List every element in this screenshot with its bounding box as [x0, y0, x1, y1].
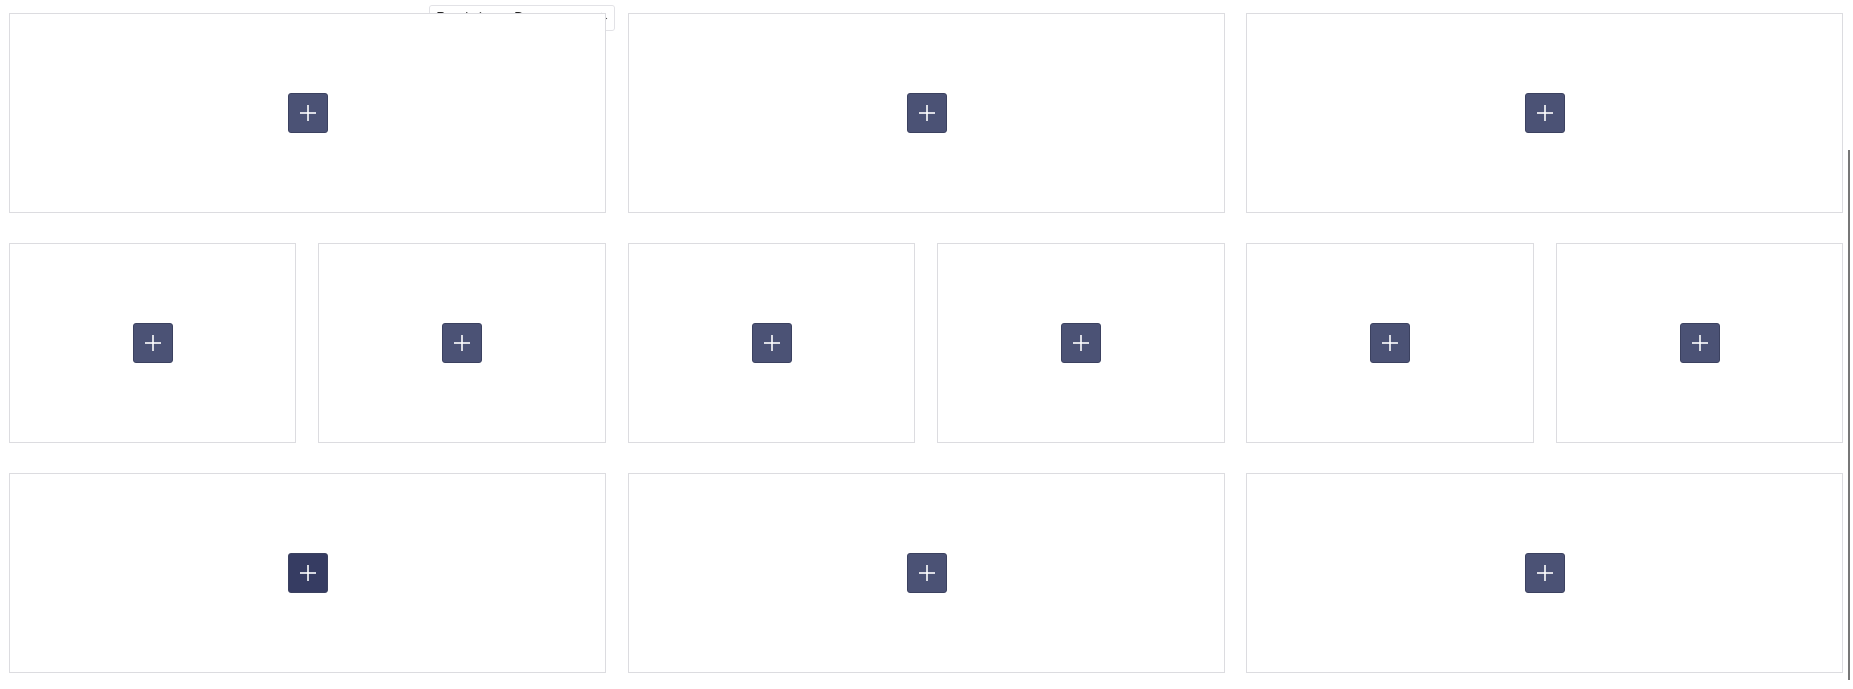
vertical-scrollbar[interactable]: [1848, 150, 1850, 680]
plus-icon: [299, 105, 316, 121]
bootstrap-row-1[interactable]: Bootstrap Row: [9, 5, 1843, 215]
add-element-button[interactable]: [132, 323, 173, 363]
plus-icon: [918, 105, 935, 121]
plus-icon: [918, 565, 935, 581]
add-element-button[interactable]: [287, 553, 328, 593]
column[interactable]: [628, 13, 1225, 213]
column[interactable]: [628, 243, 915, 443]
plus-icon: [144, 335, 161, 351]
add-element-button[interactable]: [751, 323, 792, 363]
column[interactable]: [1246, 473, 1843, 673]
add-element-button[interactable]: [1524, 93, 1565, 133]
column[interactable]: [1246, 243, 1534, 443]
plus-icon: [1536, 565, 1553, 581]
plus-icon: [1536, 105, 1553, 121]
plus-icon: [1073, 335, 1089, 351]
add-element-button[interactable]: [1524, 553, 1565, 593]
add-element-button[interactable]: [442, 323, 482, 363]
add-element-button[interactable]: [1679, 323, 1720, 363]
add-element-button[interactable]: [906, 93, 947, 133]
plus-icon: [454, 335, 470, 351]
add-element-button[interactable]: [1370, 323, 1410, 363]
add-element-button[interactable]: [1061, 323, 1101, 363]
page-builder-canvas: Bootstrap Row: [0, 0, 1853, 689]
add-element-button[interactable]: [906, 553, 947, 593]
column[interactable]: [9, 473, 606, 673]
plus-icon: [1382, 335, 1398, 351]
plus-icon: [299, 565, 316, 581]
plus-icon: [763, 335, 780, 351]
add-element-button[interactable]: [287, 93, 328, 133]
plus-icon: [1691, 335, 1708, 351]
column[interactable]: [937, 243, 1225, 443]
column[interactable]: [1246, 13, 1843, 213]
column[interactable]: [628, 473, 1225, 673]
column[interactable]: [1556, 243, 1843, 443]
bootstrap-row-2[interactable]: [9, 243, 1843, 445]
column[interactable]: [9, 13, 606, 213]
column[interactable]: [318, 243, 606, 443]
bootstrap-row-3[interactable]: [9, 473, 1843, 675]
column[interactable]: [9, 243, 296, 443]
